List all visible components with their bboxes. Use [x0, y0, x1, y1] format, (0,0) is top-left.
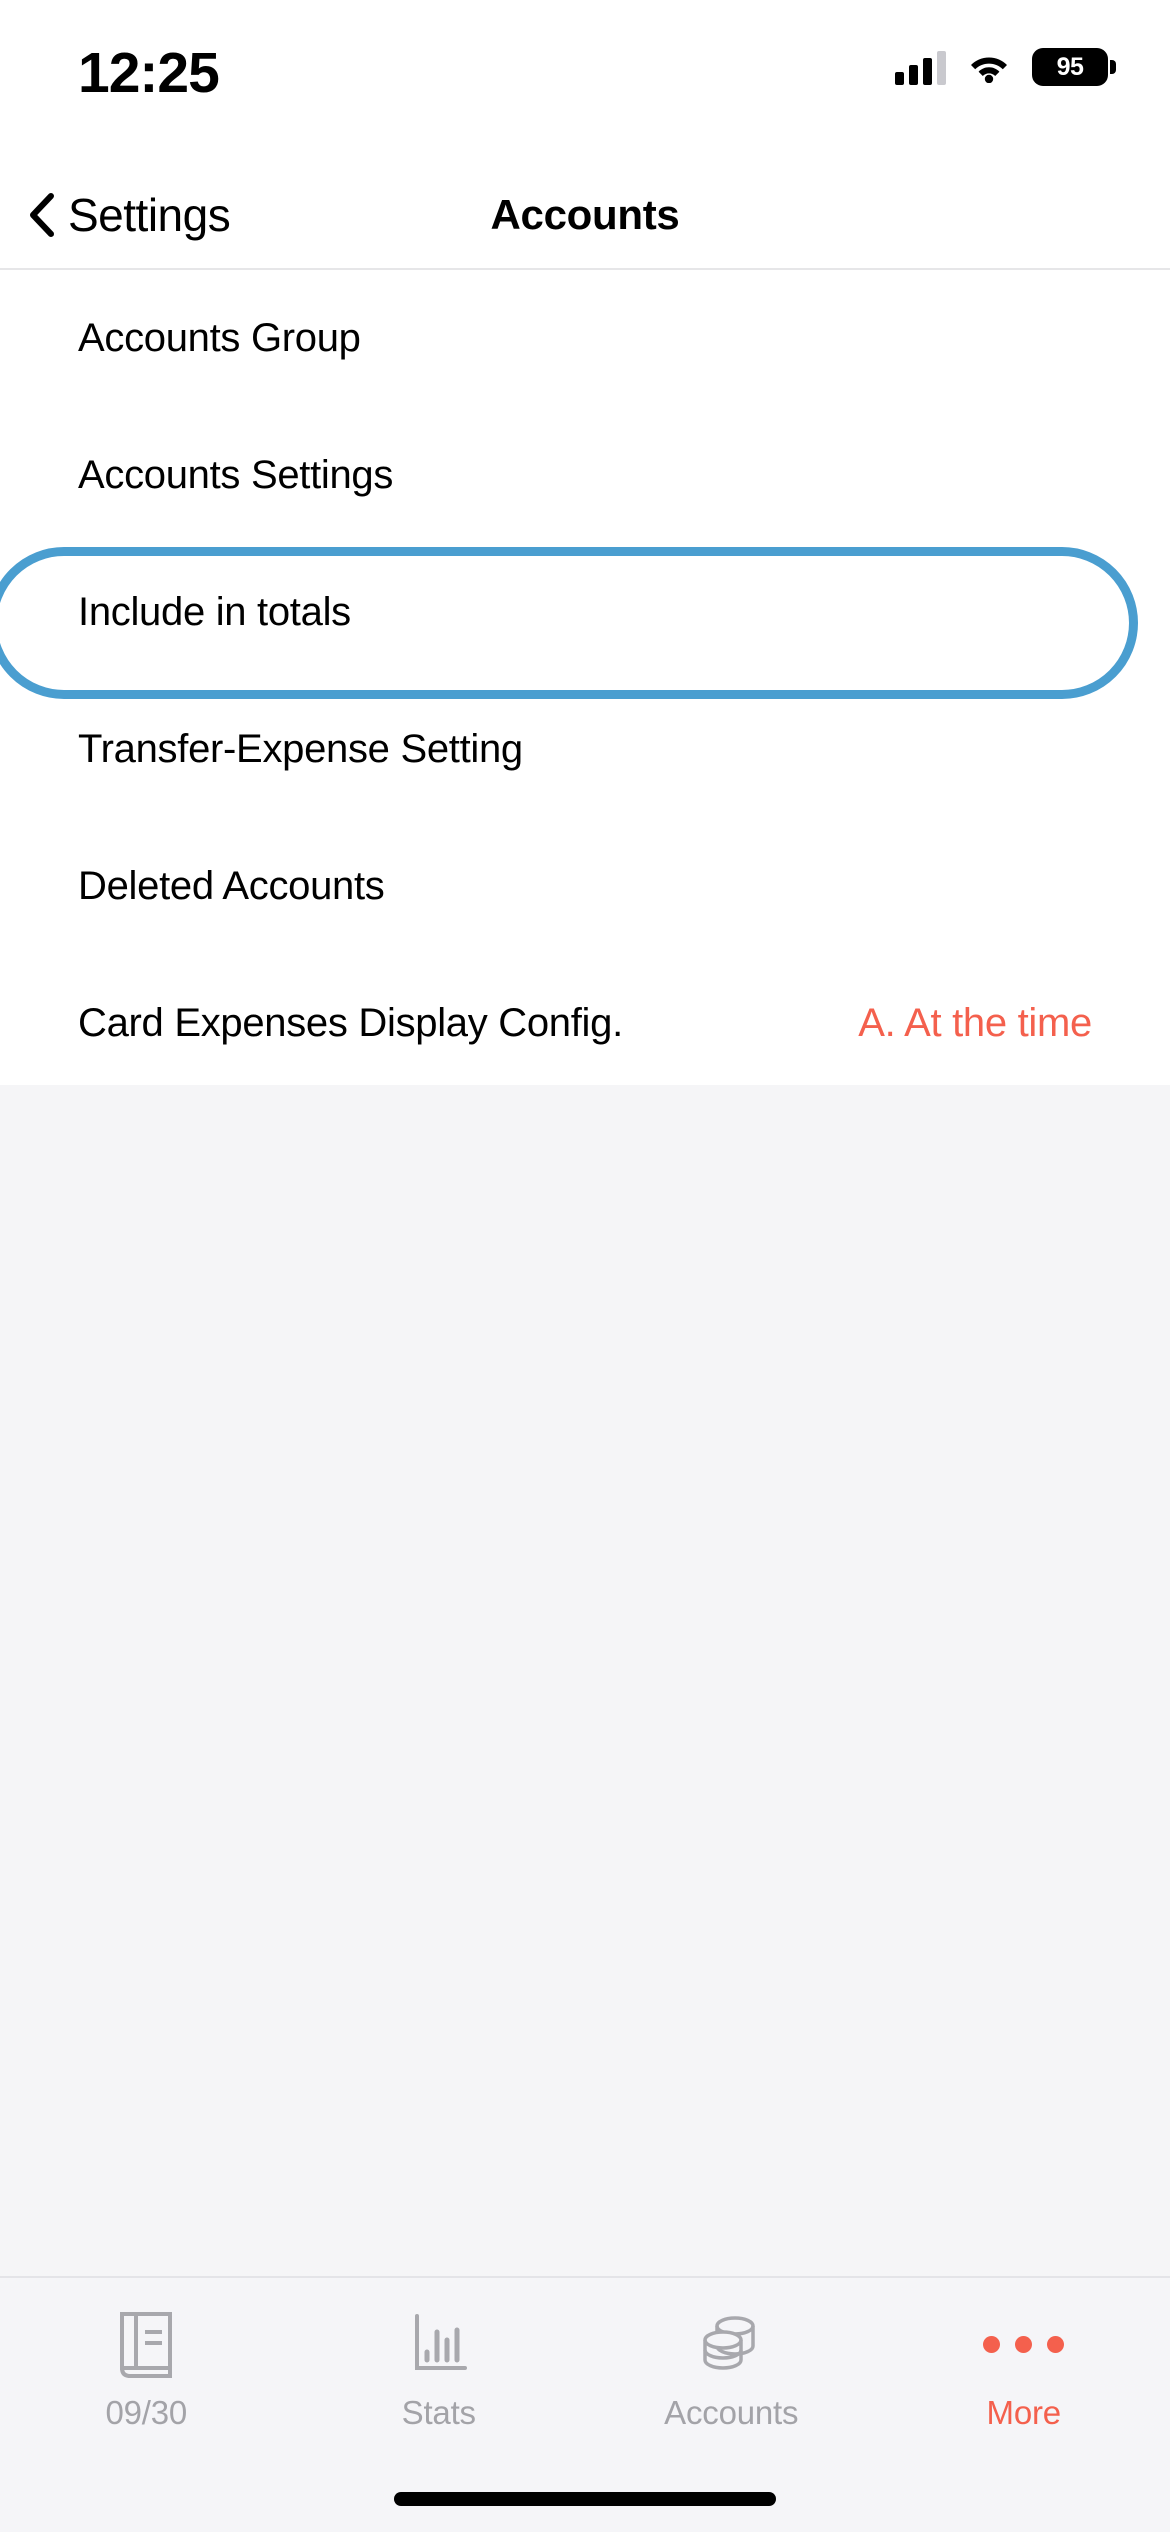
list-item-label: Deleted Accounts — [78, 864, 385, 908]
coins-stack-icon — [693, 2306, 769, 2382]
status-bar: 12:25 95 — [0, 0, 1170, 160]
back-button-label: Settings — [68, 189, 231, 241]
tab-label: Stats — [401, 2394, 476, 2431]
navigation-bar: Settings Accounts — [0, 160, 1170, 270]
home-indicator — [394, 2492, 776, 2506]
list-item-label: Transfer-Expense Setting — [78, 727, 523, 771]
list-item-card-expenses-display-config[interactable]: Card Expenses Display Config. A. At the … — [0, 955, 1170, 1092]
tab-label: Accounts — [664, 2394, 799, 2431]
cellular-signal-icon — [895, 49, 946, 85]
tab-more[interactable]: More — [878, 2278, 1170, 2532]
list-item-accounts-group[interactable]: Accounts Group — [0, 270, 1170, 407]
ellipsis-icon — [983, 2306, 1065, 2382]
tab-label: 09/30 — [105, 2394, 188, 2431]
chevron-left-icon — [28, 193, 54, 237]
status-bar-time: 12:25 — [78, 41, 220, 105]
list-item-accounts-settings[interactable]: Accounts Settings — [0, 407, 1170, 544]
ledger-book-icon — [112, 2306, 180, 2382]
wifi-icon — [968, 51, 1010, 83]
list-item-label: Card Expenses Display Config. — [78, 1001, 623, 1045]
list-item-include-in-totals[interactable]: Include in totals — [0, 544, 1170, 681]
status-bar-indicators: 95 — [895, 48, 1116, 86]
settings-list: Accounts Group Accounts Settings Include… — [0, 270, 1170, 1094]
list-item-label: Accounts Group — [78, 316, 361, 360]
tab-bar: 09/30 Stats Accounts More — [0, 2276, 1170, 2532]
list-item-label: Accounts Settings — [78, 453, 394, 497]
list-item-transfer-expense-setting[interactable]: Transfer-Expense Setting — [0, 681, 1170, 818]
phone-screen: 12:25 95 Settings Accounts Accounts Grou… — [0, 0, 1170, 2532]
list-item-value: A. At the time — [858, 1001, 1092, 1045]
tab-ledger[interactable]: 09/30 — [0, 2278, 293, 2532]
tab-label: More — [986, 2394, 1062, 2431]
battery-icon: 95 — [1032, 48, 1116, 86]
list-item-deleted-accounts[interactable]: Deleted Accounts — [0, 818, 1170, 955]
list-item-label: Include in totals — [78, 590, 351, 634]
battery-percent-label: 95 — [1056, 52, 1084, 81]
bar-chart-icon — [405, 2306, 473, 2382]
back-button[interactable]: Settings — [28, 160, 246, 270]
empty-content-area — [0, 1085, 1170, 2276]
